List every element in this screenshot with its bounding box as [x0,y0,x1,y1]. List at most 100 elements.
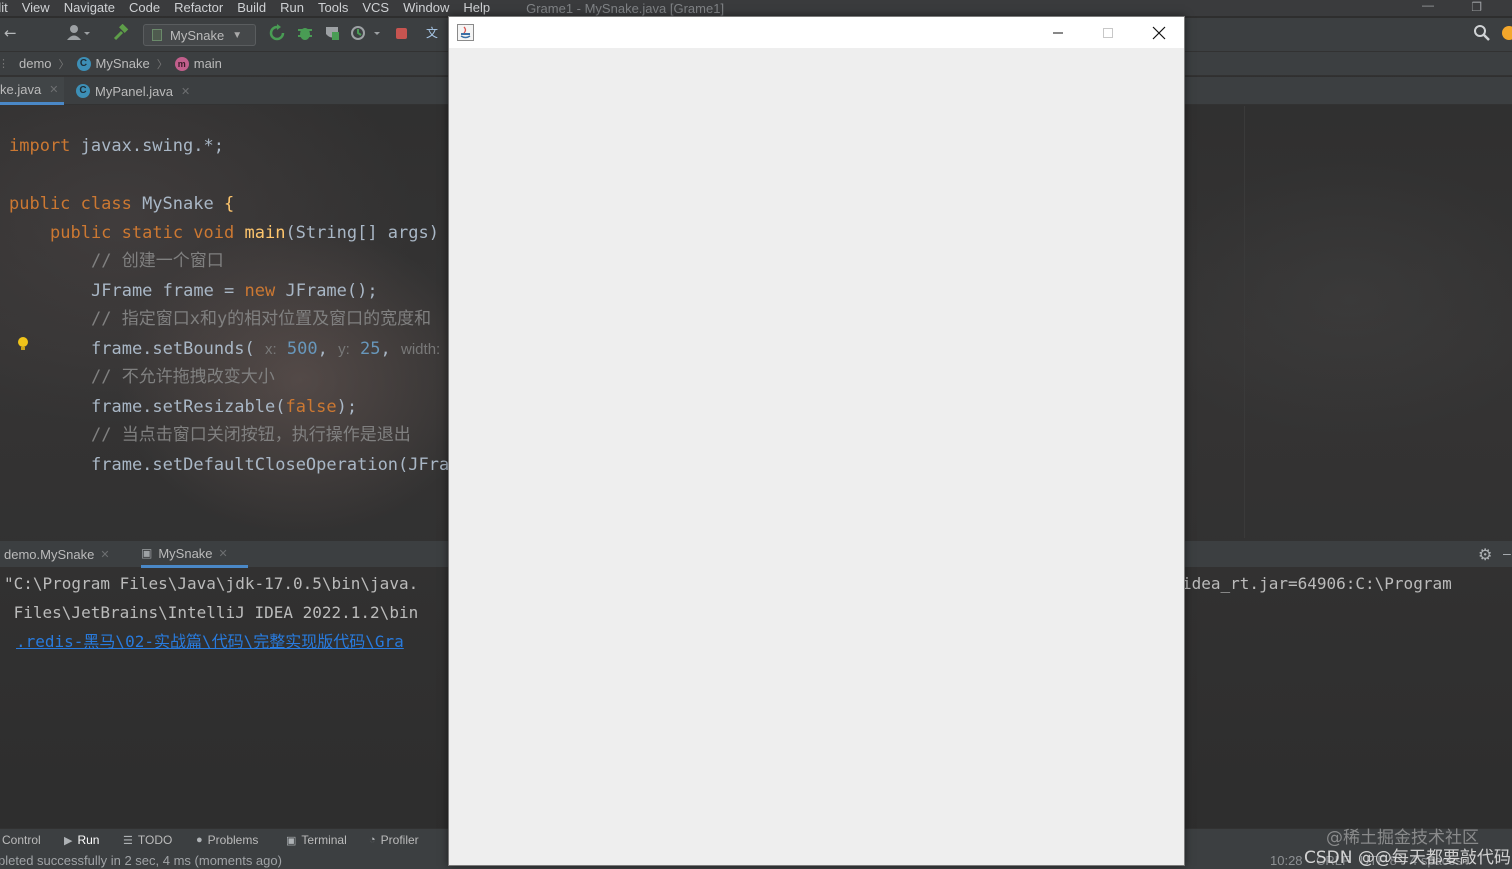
code-line: public class MySnake { [9,194,235,214]
rerun-icon[interactable] [268,24,286,46]
code-line: frame.setDefaultCloseOperation(JFra [91,455,450,475]
breadcrumb-method[interactable]: main [194,56,222,71]
lightbulb-icon[interactable] [17,337,29,351]
tool-label: Control [2,833,41,847]
profiler-icon: ◔ [369,834,376,846]
run-config-icon [152,29,162,41]
close-icon [1152,26,1166,39]
class-icon: C [76,56,91,71]
search-icon[interactable] [1473,24,1491,46]
restore-ide-icon[interactable]: ❐ [1471,0,1482,14]
status-message[interactable]: pleted successfully in 2 sec, 4 ms (mome… [0,853,282,868]
console-path-link[interactable]: .redis-黑马\02-实战篇\代码\完整实现版代码\Gra [16,627,404,656]
maximize-button [1085,17,1131,48]
run-tab-demo-mysnake[interactable]: demo.MySnake ✕ [4,541,110,568]
profiler-run-icon[interactable] [350,24,382,46]
code-line: JFrame frame = new JFrame(); [91,281,378,301]
terminal-icon: ▣ [286,834,297,847]
code-comment: // 当点击窗口关闭按钮，执行操作是退出 [91,425,411,445]
run-tab-label: demo.MySnake [4,547,95,562]
breadcrumb-overflow-icon: ⋮ [0,58,9,70]
window-title: Grame1 - MySnake.java [Grame1] [526,0,725,16]
tab-mysnake-java[interactable]: ke.java ✕ [0,77,64,105]
tool-problems[interactable]: ● Problems [196,833,258,847]
tool-label: Terminal [301,833,347,847]
console-icon: ▣ [141,546,153,560]
right-margin-guide [1244,106,1245,538]
breadcrumb-separator-icon: 〉 [156,58,168,71]
menu-refactor[interactable]: Refactor [174,1,223,15]
menu-navigate[interactable]: Navigate [64,1,115,15]
info-icon: ● [196,834,203,846]
console-line: Files\JetBrains\IntelliJ IDEA 2022.1.2\b… [4,603,419,622]
back-arrow-icon[interactable]: ← [4,24,17,42]
minimize-icon [1053,32,1063,33]
menu-run[interactable]: Run [280,1,304,15]
close-icon[interactable]: ✕ [219,547,228,560]
list-icon: ☰ [123,834,133,847]
code-comment: // 创建一个窗口 [91,251,224,271]
hide-panel-icon[interactable]: – [1503,545,1511,561]
gear-icon[interactable]: ⚙ [1478,545,1492,565]
menu-bar: dit View Navigate Code Refactor Build Ru… [0,0,1512,16]
method-icon: m [174,56,189,71]
update-badge-icon[interactable] [1500,24,1512,46]
menu-view[interactable]: View [22,1,50,15]
caret-position[interactable]: 10:28 [1270,853,1303,868]
tool-todo[interactable]: ☰ TODO [123,833,172,847]
java-frame-window[interactable] [448,16,1185,866]
breadcrumb-class[interactable]: MySnake [96,56,150,71]
close-icon[interactable]: ✕ [49,83,58,96]
translate-icon[interactable]: 文 [426,24,444,46]
tool-label: Profiler [380,833,419,847]
close-icon[interactable]: ✕ [100,548,109,561]
stop-icon[interactable] [393,24,411,46]
tool-label: TODO [137,833,173,847]
tab-label: MyPanel.java [95,83,174,99]
tab-mypanel-java[interactable]: C MyPanel.java ✕ [76,77,206,105]
watermark-csdn: CSDN @@每天都要敲代码 [1304,848,1511,868]
tool-terminal[interactable]: ▣ Terminal [286,833,347,847]
breadcrumb-separator-icon: 〉 [58,58,70,71]
code-line: frame.setResizable(false); [91,397,358,417]
tool-run[interactable]: ▶ Run [64,833,99,847]
tool-label: Problems [207,833,259,847]
tool-label: Run [77,833,100,847]
play-icon: ▶ [64,834,73,847]
tool-profiler[interactable]: ◔ Profiler [369,833,419,847]
code-line: import javax.swing.*; [9,136,224,156]
run-tab-mysnake[interactable]: ▣ MySnake ✕ [141,541,248,568]
menu-build[interactable]: Build [237,1,266,15]
minimize-button[interactable] [1035,17,1081,48]
code-line: frame.setBounds( x: 500, y: 25, width: [91,339,441,359]
menu-vcs[interactable]: VCS [362,1,389,15]
code-line: public static void main(String[] args) [50,223,439,243]
chevron-down-icon: ▼ [232,29,243,41]
debug-bug-icon[interactable] [296,24,314,46]
java-frame-content[interactable] [449,48,1184,865]
close-button[interactable] [1136,17,1182,48]
java-frame-titlebar[interactable] [449,17,1184,48]
tab-label: ke.java [0,82,42,97]
svg-text:文: 文 [426,25,438,40]
class-icon: C [76,84,90,98]
java-app-icon [457,24,474,41]
menu-edit[interactable]: dit [0,1,8,15]
menu-help[interactable]: Help [463,1,490,15]
run-config-label: MySnake [170,27,225,43]
menu-code[interactable]: Code [129,1,160,15]
run-tab-label: MySnake [158,545,213,561]
user-icon[interactable] [66,24,92,46]
code-comment: // 指定窗口x和y的相对位置及窗口的宽度和 [91,309,432,329]
minimize-ide-icon[interactable]: — [1422,0,1434,12]
run-config-selector[interactable]: MySnake ▼ [143,24,256,46]
breadcrumb-project[interactable]: demo [19,56,52,71]
build-hammer-icon[interactable] [112,23,130,46]
code-comment: // 不允许拖拽改变大小 [91,367,275,387]
menu-window[interactable]: Window [403,1,449,15]
tool-control[interactable]: Control [2,833,41,847]
menu-tools[interactable]: Tools [318,1,348,15]
close-icon[interactable]: ✕ [181,85,190,98]
console-line: "C:\Program Files\Java\jdk-17.0.5\bin\ja… [4,574,419,593]
coverage-icon[interactable] [323,24,341,46]
